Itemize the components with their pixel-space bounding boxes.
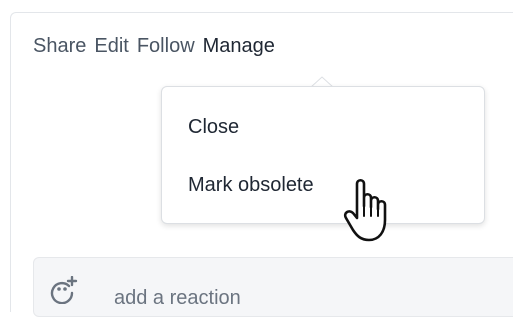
menu-item-close[interactable]: Close [188,113,239,141]
hand-pointer-icon [343,178,387,242]
add-reaction-label: add a reaction [114,287,241,309]
add-reaction-button[interactable]: add a reaction [33,257,513,317]
add-reaction-icon [50,276,78,304]
post-action-toolbar: Share Edit Follow Manage [33,30,275,62]
follow-button[interactable]: Follow [137,30,195,62]
edit-button[interactable]: Edit [94,30,128,62]
menu-item-mark-obsolete[interactable]: Mark obsolete [188,171,314,199]
manage-dropdown-menu: Close Mark obsolete [161,86,485,224]
share-button[interactable]: Share [33,30,86,62]
manage-button[interactable]: Manage [203,30,275,62]
